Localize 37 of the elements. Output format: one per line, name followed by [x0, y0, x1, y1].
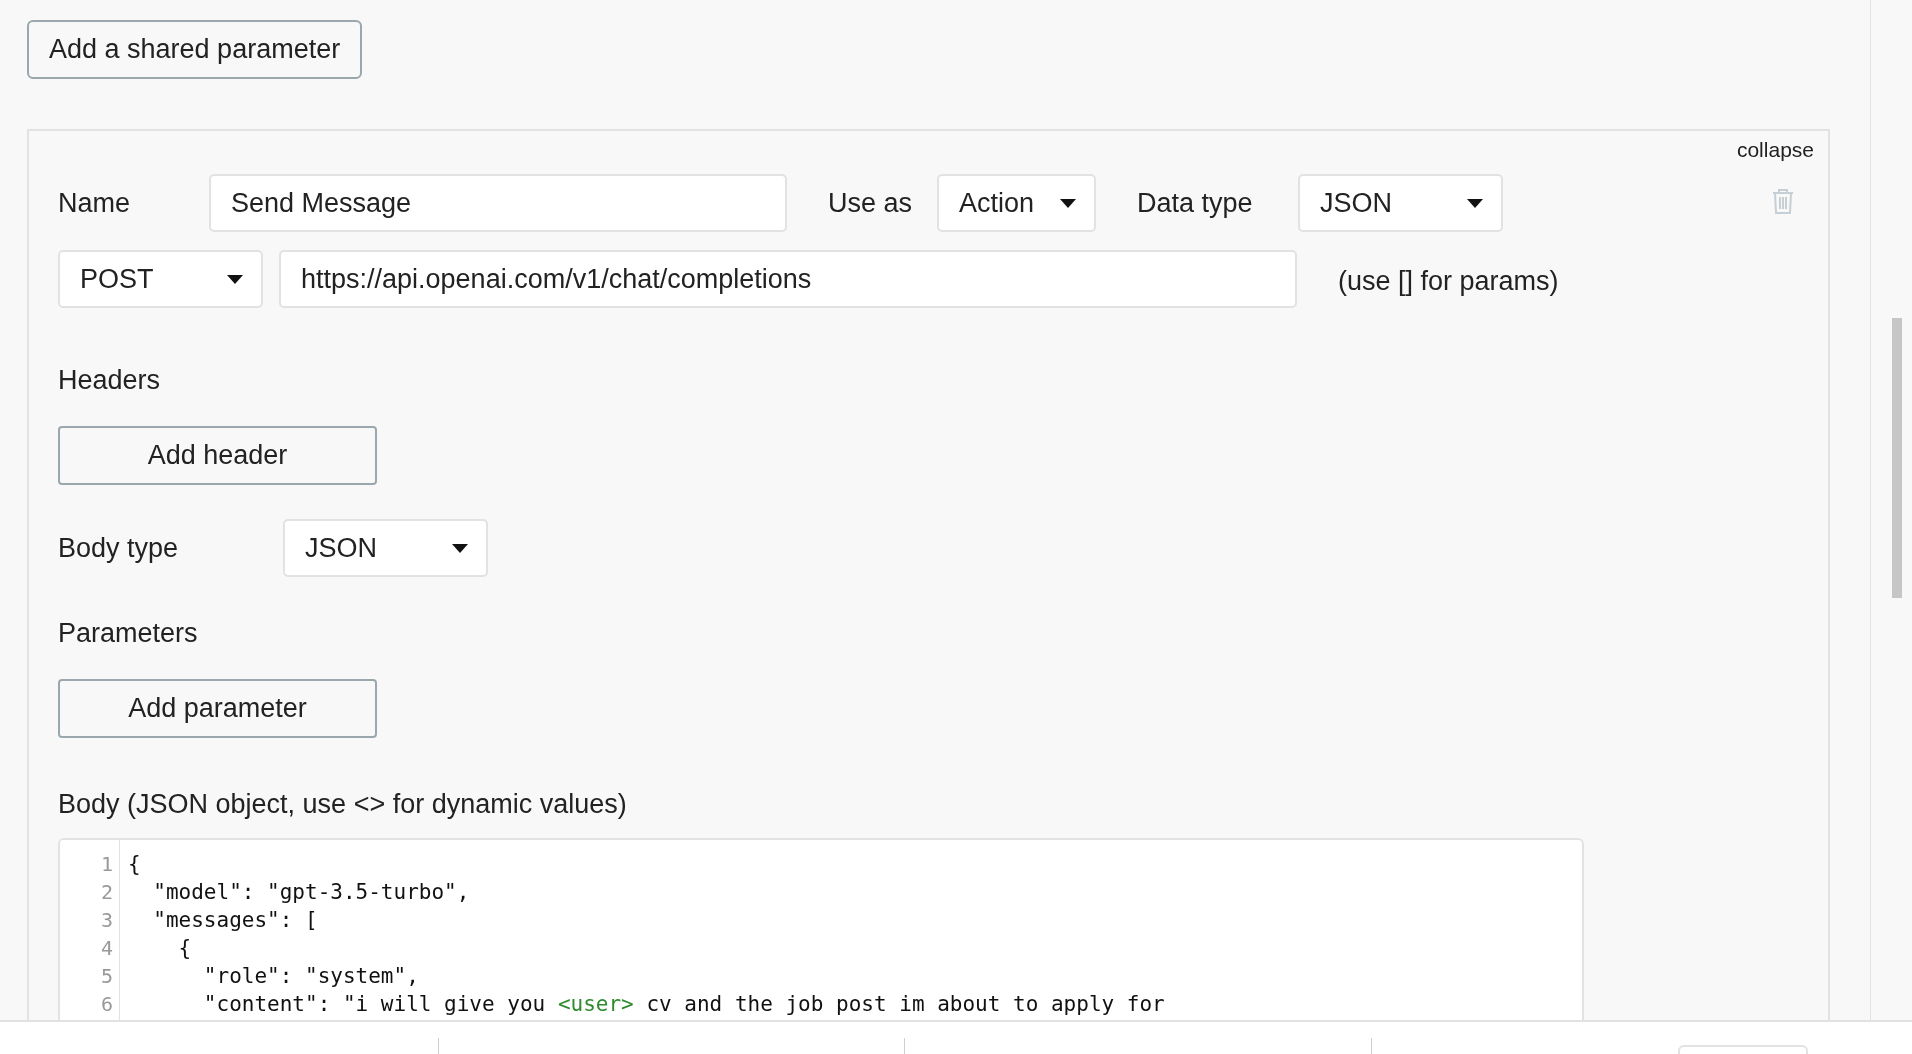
collapse-link[interactable]: collapse	[1736, 135, 1814, 165]
code-line: "model": "gpt-3.5-turbo",	[152, 880, 470, 904]
line-number: 2	[100, 880, 113, 904]
use-as-select[interactable]: Action	[937, 174, 1096, 232]
name-label: Name	[58, 186, 132, 220]
code-line: {	[177, 936, 192, 960]
add-shared-parameter-button[interactable]: Add a shared parameter	[27, 20, 363, 79]
parameters-label: Parameters	[58, 617, 198, 649]
scrollbar[interactable]	[1892, 318, 1902, 598]
add-parameter-button[interactable]: Add parameter	[58, 679, 377, 738]
use-as-label: Use as	[828, 186, 914, 220]
caret-icon	[1467, 198, 1483, 208]
caret-icon	[1060, 198, 1076, 208]
url-input[interactable]: https://api.openai.com/v1/chat/completions	[279, 250, 1297, 308]
caret-icon	[227, 274, 243, 284]
data-type-label: Data type	[1137, 186, 1254, 220]
line-number: 3	[100, 908, 113, 932]
body-label: Body (JSON object, use <> for dynamic values)	[58, 788, 627, 820]
line-number: 5	[100, 964, 113, 988]
caret-icon	[452, 543, 468, 553]
code-editor[interactable]: 1 2 3 4 5 6 { "model": "gpt-3.5-turbo", "messages": [ { "role": "system", "content": "i will give you <user> cv and the job post im about to apply for	[58, 838, 1584, 1020]
code-line: "role": "system",	[202, 964, 419, 988]
code-line: {	[128, 852, 141, 876]
line-number: 4	[100, 936, 113, 960]
body-type-select[interactable]: JSON	[283, 519, 488, 577]
url-hint: (use [] for params)	[1338, 264, 1559, 298]
code-line: "messages": [	[152, 908, 318, 932]
line-number: 6	[100, 992, 113, 1016]
trash-icon[interactable]	[1772, 187, 1794, 215]
name-input[interactable]: Send Message	[209, 174, 787, 232]
data-type-select[interactable]: JSON	[1298, 174, 1503, 232]
headers-label: Headers	[58, 364, 161, 396]
body-type-label: Body type	[58, 531, 180, 565]
line-number: 1	[100, 852, 113, 876]
method-select[interactable]: POST	[58, 250, 263, 308]
add-header-button[interactable]: Add header	[58, 426, 377, 485]
code-line: "content": "i will give you <user> cv and the job post im about to apply for	[202, 992, 1165, 1016]
